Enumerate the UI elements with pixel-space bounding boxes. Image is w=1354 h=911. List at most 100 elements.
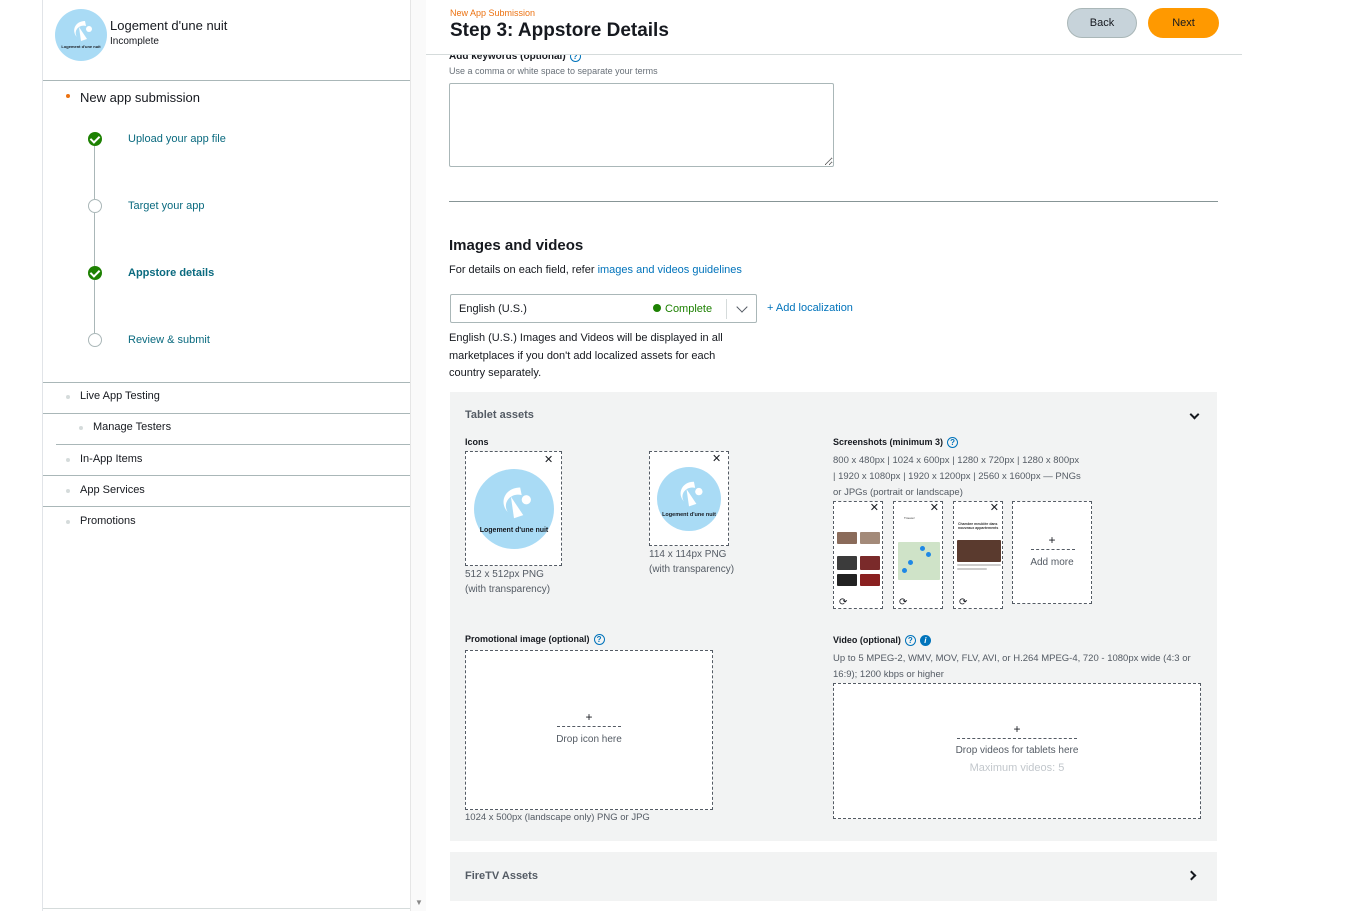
step-connector (94, 213, 95, 266)
thumb-photo (837, 556, 857, 570)
map-pin-icon (902, 568, 907, 573)
divider (43, 908, 411, 909)
video-label: Video (optional)? i (833, 635, 931, 647)
refresh-icon[interactable]: ⟳ (839, 597, 847, 608)
thumb-title: Trouvez (904, 516, 915, 520)
locale-value: English (U.S.) (459, 303, 527, 315)
step-complete-icon (88, 266, 102, 280)
plus-icon: + (1048, 533, 1056, 547)
locale-status-text: Complete (665, 303, 713, 315)
sidebar-item-live-app-testing[interactable]: Live App Testing (80, 390, 160, 402)
help-icon[interactable]: ? (947, 437, 959, 449)
firetv-assets-title[interactable]: FireTV Assets (465, 870, 538, 882)
promo-caption: 1024 x 500px (landscape only) PNG or JPG (465, 812, 650, 823)
app-name: Logement d'une nuit (110, 18, 228, 33)
refresh-icon[interactable]: ⟳ (899, 597, 907, 608)
sidebar-section-title[interactable]: New app submission (80, 90, 200, 105)
sidebar-nav: Logement d'une nuit Logement d'une nuit … (42, 0, 424, 911)
drop-underline (1031, 549, 1075, 550)
step-target-app[interactable]: Target your app (128, 200, 204, 212)
large-icon-upload[interactable]: ✕ Logement d'une nuit (465, 451, 562, 566)
thumb-line (957, 568, 987, 570)
close-icon[interactable]: ✕ (544, 455, 553, 466)
app-logo-text: Logement d'une nuit (479, 527, 549, 534)
sidebar-item-app-services[interactable]: App Services (80, 484, 145, 496)
video-label-text: Video (optional) (833, 635, 901, 645)
add-more-screenshots[interactable]: + Add more (1012, 501, 1092, 604)
close-icon[interactable]: ✕ (712, 454, 721, 465)
close-icon[interactable]: ✕ (930, 503, 939, 514)
thumb-photo (860, 574, 880, 586)
drop-underline (557, 726, 621, 727)
plus-icon: + (767, 302, 776, 314)
map-pin-icon (920, 546, 925, 551)
thumb-photo (957, 540, 1001, 562)
step-connector (94, 146, 95, 199)
app-logo-icon (74, 21, 92, 41)
small-icon-upload[interactable]: ✕ Logement d'une nuit (649, 451, 729, 546)
back-button[interactable]: Back (1067, 8, 1137, 38)
guidelines-link[interactable]: images and videos guidelines (598, 264, 742, 276)
close-icon[interactable]: ✕ (990, 503, 999, 514)
help-icon[interactable]: ? (593, 634, 605, 646)
firetv-assets-panel[interactable]: FireTV Assets (450, 852, 1217, 901)
screenshot-thumbnail[interactable]: ✕ Chambre meublée dans nouveaux appartem… (953, 501, 1003, 609)
refresh-icon[interactable]: ⟳ (959, 597, 967, 608)
video-dropzone[interactable]: + Drop videos for tablets here Maximum v… (833, 683, 1201, 819)
scroll-down-icon[interactable]: ▼ (415, 898, 423, 907)
nav-bullet (66, 395, 70, 399)
step-pending-icon (88, 199, 102, 213)
thumb-photo (837, 532, 857, 544)
close-icon[interactable]: ✕ (870, 503, 879, 514)
page-header: New App Submission Step 3: Appstore Deta… (426, 0, 1242, 55)
sidebar-item-promotions[interactable]: Promotions (80, 515, 136, 527)
step-review-submit[interactable]: Review & submit (128, 334, 210, 346)
section-divider (449, 201, 1218, 202)
screenshot-thumbnail[interactable]: ✕ Trouvez ⟳ (893, 501, 943, 609)
app-header: Logement d'une nuit Logement d'une nuit … (55, 9, 395, 61)
app-logo-small: Logement d'une nuit (657, 467, 721, 531)
locale-note: English (U.S.) Images and Videos will be… (449, 332, 723, 379)
step-appstore-details[interactable]: Appstore details (128, 267, 214, 279)
sidebar-item-in-app-items[interactable]: In-App Items (80, 453, 142, 465)
drop-underline (957, 738, 1077, 739)
small-icon-caption-2: (with transparency) (649, 564, 735, 575)
images-desc-text: For details on each field, refer (449, 264, 598, 276)
add-localization-link[interactable]: + Add localization (767, 302, 853, 314)
select-separator (726, 299, 727, 319)
step-upload-app-file[interactable]: Upload your app file (128, 133, 226, 145)
screenshot-thumbnail[interactable]: ✕ ⟳ (833, 501, 883, 609)
images-section-desc: For details on each field, refer images … (449, 264, 742, 276)
video-max-text: Maximum videos: 5 (969, 762, 1065, 774)
video-spec-2: 16:9); 1200 kbps or higher (833, 669, 944, 680)
info-icon[interactable]: i (919, 635, 931, 647)
divider (56, 444, 424, 445)
divider (43, 382, 411, 383)
chevron-down-icon[interactable] (736, 301, 748, 313)
screenshots-label: Screenshots (minimum 3)? (833, 437, 959, 449)
sidebar-scrollbar[interactable]: ▼ (410, 0, 426, 911)
video-drop-text: Drop videos for tablets here (955, 745, 1079, 756)
promo-label: Promotional image (optional)? (465, 634, 605, 646)
keywords-textarea[interactable] (449, 83, 834, 167)
chevron-right-icon[interactable] (1186, 870, 1197, 881)
map-pin-icon (926, 552, 931, 557)
plus-icon: + (585, 710, 593, 724)
plus-icon: + (1013, 722, 1021, 736)
promo-image-dropzone[interactable]: + Drop icon here (465, 650, 713, 810)
app-status: Incomplete (110, 36, 159, 47)
breadcrumb[interactable]: New App Submission (450, 8, 535, 18)
thumb-title: Chambre meublée dans nouveaux appartemen… (958, 522, 999, 530)
next-button[interactable]: Next (1148, 8, 1219, 38)
chevron-down-icon[interactable] (1189, 409, 1200, 420)
divider (43, 80, 411, 81)
step-pending-icon (88, 333, 102, 347)
locale-select[interactable]: English (U.S.) Complete (450, 294, 757, 323)
sidebar-item-manage-testers[interactable]: Manage Testers (93, 421, 171, 433)
promo-label-text: Promotional image (optional) (465, 634, 590, 644)
app-logo-icon (680, 481, 703, 507)
tablet-assets-title[interactable]: Tablet assets (465, 409, 534, 421)
app-logo-text: Logement d'une nuit (662, 512, 716, 518)
help-icon[interactable]: ? (904, 635, 916, 647)
app-logo-icon (503, 487, 531, 519)
